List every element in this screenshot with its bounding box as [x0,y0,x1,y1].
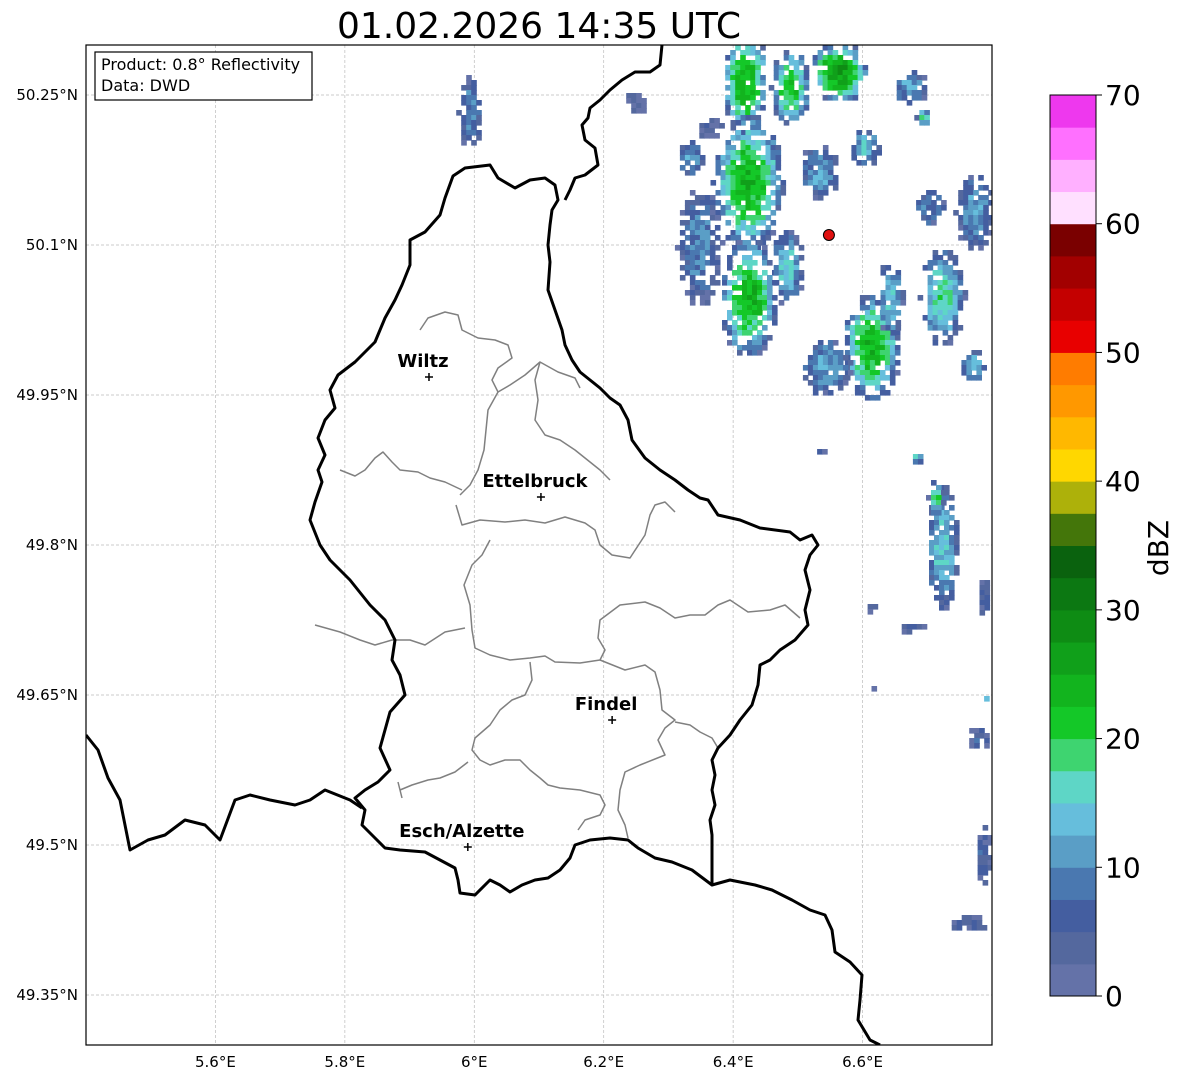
x-tick-label: 6.2°E [583,1053,624,1071]
colorbar-ticks: 0 10 20 30 40 50 60 70 [1096,79,1141,1013]
colorbar-segment [1050,577,1096,611]
city-label: Esch/Alzette [399,821,524,842]
colorbar-tick-label: 70 [1105,79,1141,112]
radar-site-marker [822,229,835,241]
colorbar-tick-label: 10 [1105,851,1141,884]
colorbar-segment [1050,223,1096,257]
y-axis-ticks: 50.25°N 50.1°N 49.95°N 49.8°N 49.65°N 49.5°N 4… [16,86,78,1004]
colorbar-tick-label: 20 [1105,723,1141,756]
colorbar-tick-label: 30 [1105,594,1141,627]
colorbar-segment [1050,127,1096,160]
colorbar-segment [1050,963,1096,997]
x-tick-label: 6°E [461,1053,488,1071]
colorbar-segment [1050,642,1096,675]
colorbar-segment [1050,320,1096,353]
colorbar-segment [1050,770,1096,804]
colorbar-segment [1050,95,1096,128]
colorbar-tick-label: 60 [1105,208,1141,241]
colorbar-segment [1050,481,1096,514]
colorbar-segment [1050,706,1096,740]
city-label: Wiltz [397,351,448,372]
colorbar-label: dBZ [1142,520,1175,576]
y-tick-label: 50.1°N [26,236,78,254]
y-tick-label: 49.35°N [16,986,78,1004]
colorbar-segment [1050,802,1096,836]
colorbar-segment [1050,255,1096,289]
colorbar-segment [1050,288,1096,321]
colorbar-segment [1050,384,1096,418]
y-tick-label: 49.95°N [16,386,78,404]
y-tick-label: 49.5°N [26,836,78,854]
colorbar-segment [1050,738,1096,772]
map-title: 01.02.2026 14:35 UTC [337,6,741,47]
y-tick-label: 49.8°N [26,536,78,554]
colorbar-segment [1050,609,1096,643]
precip-cell [912,454,924,465]
precip-cell [979,580,991,616]
precip-cell [817,449,828,455]
colorbar-segment [1050,352,1096,386]
x-tick-label: 6.4°E [713,1053,754,1071]
plot-area: Wiltz Ettelbruck Findel Esch/Alzette [86,45,992,1045]
info-product: Product: 0.8° Reflectivity [101,55,300,74]
colorbar-segment [1050,416,1096,450]
colorbar-segment [1050,674,1096,707]
colorbar-segment [1050,191,1096,225]
colorbar-segment [1050,545,1096,579]
colorbar-tick-label: 0 [1105,980,1123,1013]
colorbar-segment [1050,448,1096,482]
colorbar-segment [1050,513,1096,546]
colorbar-segment [1050,159,1096,193]
colorbar-segment [1050,835,1096,868]
colorbar-tick-label: 50 [1105,336,1141,369]
y-tick-label: 50.25°N [16,86,78,104]
colorbar-segment [1050,867,1096,900]
colorbar-segment [1050,931,1096,965]
x-tick-label: 5.6°E [195,1053,236,1071]
colorbar [1050,95,1096,997]
city-label: Ettelbruck [482,471,588,492]
y-tick-label: 49.65°N [16,686,78,704]
x-tick-label: 6.6°E [842,1053,883,1071]
precip-cell [984,696,990,702]
precip-cell [871,686,878,692]
info-data-source: Data: DWD [101,76,190,95]
city-label: Findel [575,694,638,715]
info-box: Product: 0.8° Reflectivity Data: DWD [94,51,313,101]
colorbar-segment [1050,899,1096,933]
x-axis-ticks: 5.6°E 5.8°E 6°E 6.2°E 6.4°E 6.6°E [195,1053,883,1071]
radar-map-figure: 01.02.2026 14:35 UTC Wiltz Ettelbruck Find… [16,6,1175,1071]
x-tick-label: 5.8°E [324,1053,365,1071]
colorbar-tick-label: 40 [1105,465,1141,498]
